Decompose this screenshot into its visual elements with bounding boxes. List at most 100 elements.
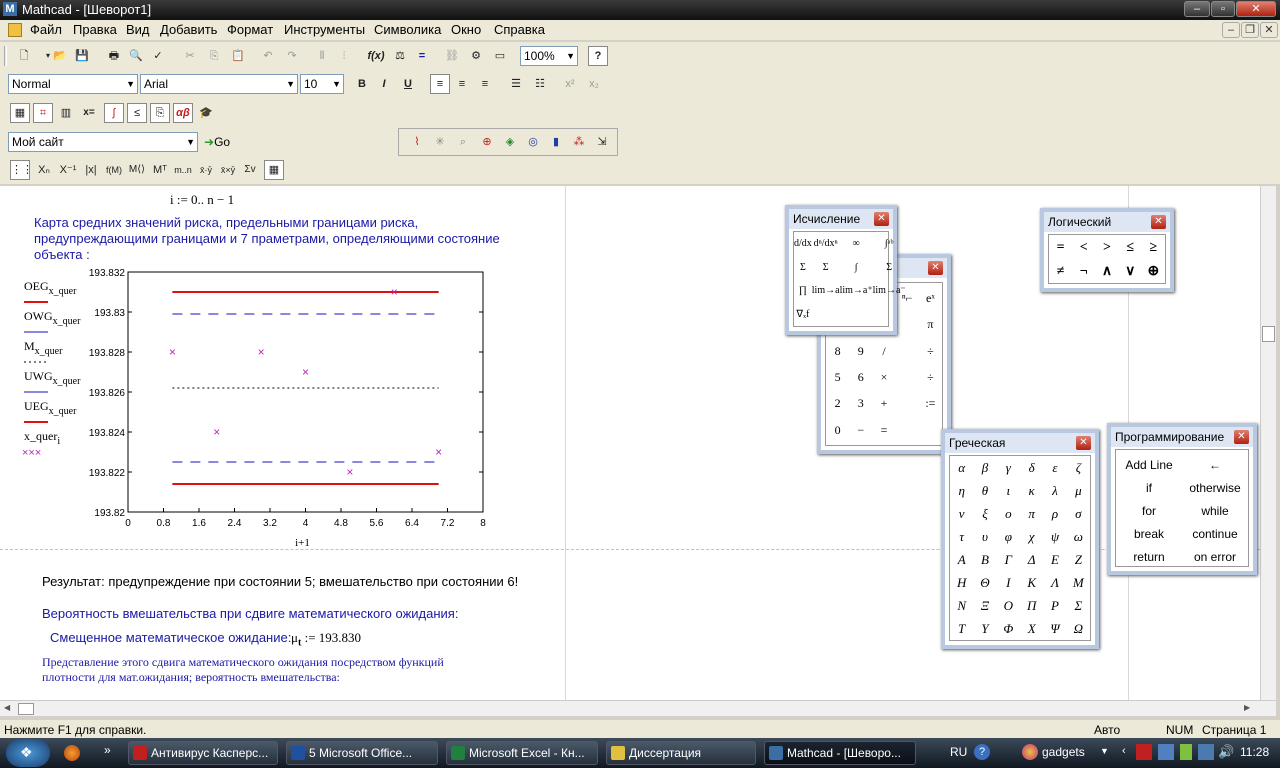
shifted-expectation-label[interactable]: Смещенное математическое ожидание:: [50, 630, 291, 645]
calculus-button-12[interactable]: ∇ₓf: [794, 303, 812, 327]
greek-button-2[interactable]: γ: [997, 456, 1020, 479]
insert-hyperlink-icon[interactable]: ⛓: [442, 46, 462, 66]
matrix-inverse-button[interactable]: X⁻¹: [57, 160, 79, 180]
greek-button-25[interactable]: Β: [973, 548, 996, 571]
calculus-button-2[interactable]: ∞: [840, 232, 873, 256]
calculator-button-15[interactable]: 5: [826, 366, 849, 392]
align-center-icon[interactable]: ≡: [452, 74, 472, 94]
open-icon[interactable]: 📂: [50, 46, 70, 66]
calculus-button-9[interactable]: lim→a: [812, 279, 840, 303]
programming-palette-header[interactable]: Программирование ✕: [1111, 427, 1253, 447]
align-across-icon[interactable]: ⫴: [312, 46, 332, 66]
logic-button-7[interactable]: ∧: [1095, 260, 1118, 284]
vertical-scroll-thumb[interactable]: [1262, 326, 1275, 342]
resources-select[interactable]: Мой сайт ▼: [8, 132, 198, 152]
calculator-button-11[interactable]: 9: [849, 340, 872, 366]
menu-format[interactable]: Формат: [227, 22, 273, 37]
calculator-button-16[interactable]: 6: [849, 366, 872, 392]
insert-unit-icon[interactable]: ⚖: [390, 46, 410, 66]
calculator-close-icon[interactable]: ✕: [928, 261, 943, 275]
greek-close-icon[interactable]: ✕: [1076, 436, 1091, 450]
programming-button-5[interactable]: while: [1182, 500, 1248, 523]
toolbar-grip[interactable]: [4, 46, 7, 66]
calculator-button-22[interactable]: +: [872, 392, 895, 418]
greek-button-20[interactable]: φ: [997, 525, 1020, 548]
doc-restore-button[interactable]: ❐: [1241, 22, 1259, 38]
programming-button-1[interactable]: ←: [1182, 454, 1248, 477]
calculator-button-21[interactable]: 3: [849, 392, 872, 418]
control-chart[interactable]: 0 0.8 1.6 2.4 3.2 4 4.8 5.6 6.4 7.2 8 193.832 193.83…: [14, 266, 504, 548]
redo-icon[interactable]: ↷: [282, 46, 302, 66]
greek-button-45[interactable]: Χ: [1020, 617, 1043, 640]
greek-button-15[interactable]: π: [1020, 502, 1043, 525]
greek-button-0[interactable]: α: [950, 456, 973, 479]
underline-button[interactable]: U: [398, 74, 418, 94]
greek-button-6[interactable]: η: [950, 479, 973, 502]
calculus-close-icon[interactable]: ✕: [874, 212, 889, 226]
greek-button-8[interactable]: ι: [997, 479, 1020, 502]
logic-button-1[interactable]: <: [1072, 236, 1095, 260]
menu-tools[interactable]: Инструменты: [284, 22, 365, 37]
scroll-right-icon[interactable]: ▶: [1244, 703, 1250, 712]
calculator-button-19[interactable]: ÷: [919, 366, 942, 392]
programming-close-icon[interactable]: ✕: [1234, 430, 1249, 444]
calculator-button-26[interactable]: −: [849, 419, 872, 445]
logic-button-8[interactable]: ∨: [1119, 260, 1142, 284]
calculator-button-12[interactable]: /: [872, 340, 895, 366]
menu-insert[interactable]: Добавить: [160, 22, 217, 37]
calculator-button-10[interactable]: 8: [826, 340, 849, 366]
greek-button-5[interactable]: ζ: [1067, 456, 1090, 479]
calculus-button-5[interactable]: Σ: [812, 256, 840, 280]
language-indicator[interactable]: RU: [950, 745, 967, 759]
greek-button-17[interactable]: σ: [1067, 502, 1090, 525]
calculus-button-0[interactable]: d/dx: [794, 232, 812, 256]
document-icon[interactable]: [8, 23, 22, 37]
task-mathcad[interactable]: Mathcad - [Шеворо...: [764, 741, 916, 765]
greek-button-41[interactable]: Σ: [1067, 594, 1090, 617]
insert-function-icon[interactable]: f(x): [366, 46, 386, 66]
surface-plot-icon[interactable]: ◈: [500, 132, 520, 152]
calculus-button-6[interactable]: ∫: [840, 256, 873, 280]
greek-button-35[interactable]: Μ: [1067, 571, 1090, 594]
greek-button-14[interactable]: ο: [997, 502, 1020, 525]
calculus-button-7[interactable]: Σ: [873, 256, 906, 280]
greek-button-33[interactable]: Κ: [1020, 571, 1043, 594]
help-button[interactable]: ?: [588, 46, 608, 66]
style-select[interactable]: Normal ▼: [8, 74, 138, 94]
subscript-icon[interactable]: x₂: [584, 74, 604, 94]
gadgets-dropdown-icon[interactable]: ▼: [1100, 746, 1109, 756]
task-dissertation[interactable]: Диссертация: [606, 741, 756, 765]
align-right-icon[interactable]: ≡: [475, 74, 495, 94]
greek-button-3[interactable]: δ: [1020, 456, 1043, 479]
greek-button-29[interactable]: Ζ: [1067, 548, 1090, 571]
calculator-button-20[interactable]: 2: [826, 392, 849, 418]
menu-window[interactable]: Окно: [451, 22, 481, 37]
zoom-select[interactable]: 100% ▼: [520, 46, 578, 66]
tray-expand-icon[interactable]: ‹: [1122, 745, 1126, 757]
calculus-button-10[interactable]: lim→a⁺: [840, 279, 873, 303]
calculus-button-1[interactable]: dⁿ/dxⁿ: [812, 232, 840, 256]
calculator-button-24[interactable]: :=: [919, 392, 942, 418]
greek-button-21[interactable]: χ: [1020, 525, 1043, 548]
greek-button-11[interactable]: μ: [1067, 479, 1090, 502]
bold-button[interactable]: B: [352, 74, 372, 94]
greek-button-28[interactable]: Ε: [1043, 548, 1066, 571]
logic-button-0[interactable]: =: [1049, 236, 1072, 260]
spell-check-icon[interactable]: ✓: [148, 46, 168, 66]
contour-plot-icon[interactable]: ◎: [523, 132, 543, 152]
network-tray-icon[interactable]: [1198, 744, 1214, 760]
save-icon[interactable]: 💾: [72, 46, 92, 66]
menu-file[interactable]: Файл: [30, 22, 62, 37]
greek-button-27[interactable]: Δ: [1020, 548, 1043, 571]
vertical-scrollbar[interactable]: [1260, 186, 1276, 700]
greek-button-26[interactable]: Γ: [997, 548, 1020, 571]
calculus-toolbar-icon[interactable]: ∫: [104, 103, 124, 123]
calculator-button-27[interactable]: =: [872, 419, 895, 445]
greek-button-19[interactable]: υ: [973, 525, 996, 548]
task-excel[interactable]: Microsoft Excel - Кн...: [446, 741, 598, 765]
picture-button[interactable]: ▦: [264, 160, 284, 180]
greek-palette-header[interactable]: Греческая ✕: [945, 433, 1095, 453]
maximize-button[interactable]: ▫: [1211, 1, 1235, 17]
gadgets-icon[interactable]: [1022, 744, 1038, 760]
resource-center-icon[interactable]: ▭: [490, 46, 510, 66]
